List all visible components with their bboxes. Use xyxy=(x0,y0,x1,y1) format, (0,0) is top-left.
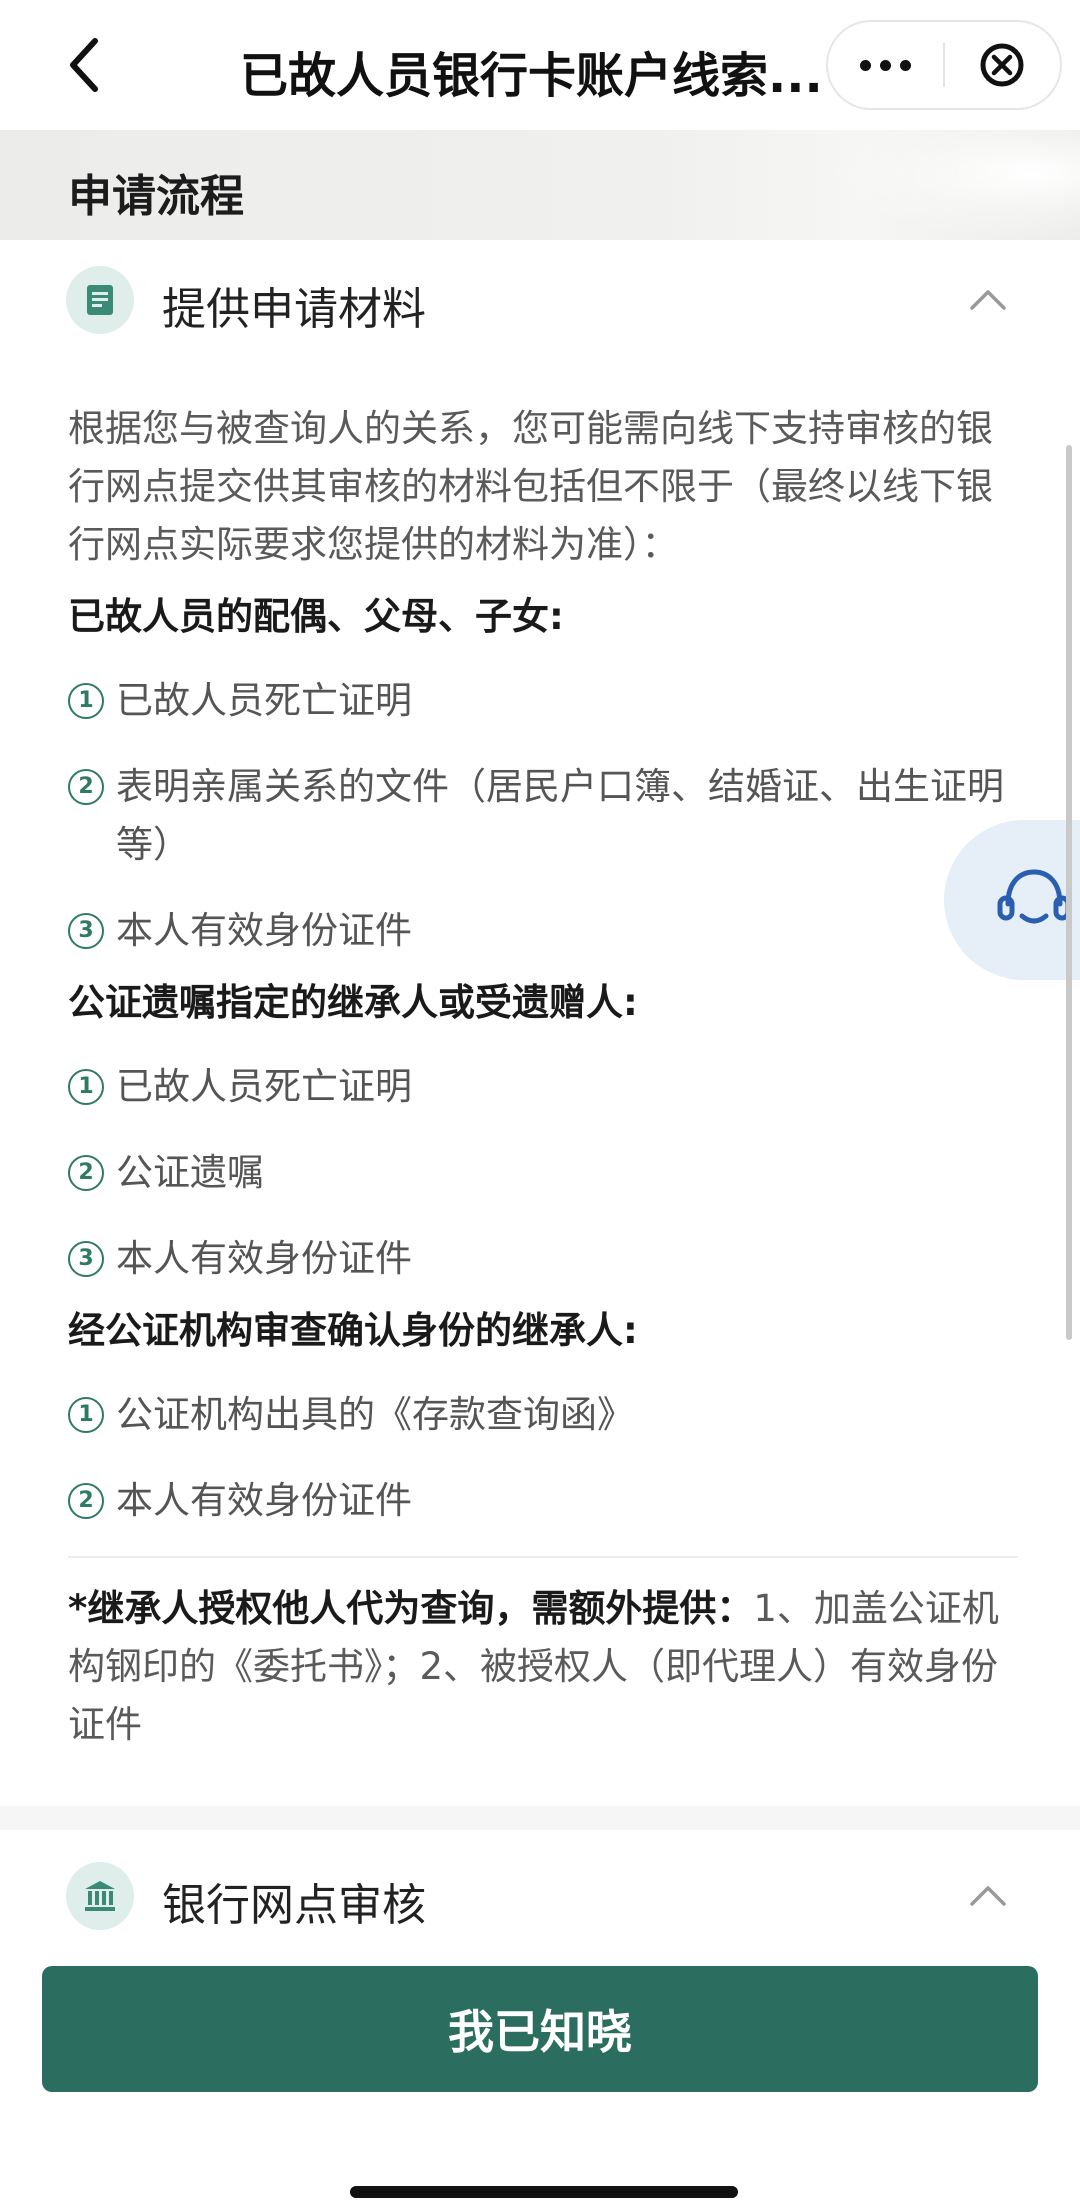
number-badge: 1 xyxy=(68,683,104,719)
item-text: 公证机构出具的《存款查询函》 xyxy=(116,1393,634,1436)
acknowledge-button[interactable]: 我已知晓 xyxy=(42,1966,1038,2092)
item-text: 公证遗嘱 xyxy=(116,1151,264,1194)
step-provide-materials-header[interactable]: 提供申请材料 xyxy=(0,240,1080,360)
chevron-left-icon xyxy=(70,38,98,92)
section-gap xyxy=(0,1806,1080,1830)
more-dots-icon xyxy=(860,59,871,71)
back-button[interactable] xyxy=(50,30,120,100)
authorization-note: *继承人授权他人代为查询，需额外提供：1、加盖公证机构钢印的《委托书》；2、被授… xyxy=(68,1580,1018,1754)
section-header: 申请流程 xyxy=(0,130,1080,240)
list-item: 3 本人有效身份证件 xyxy=(68,902,1018,960)
number-badge: 2 xyxy=(68,769,104,805)
chevron-up-icon[interactable] xyxy=(968,1876,1008,1916)
item-text: 已故人员死亡证明 xyxy=(116,679,412,722)
step-content: 根据您与被查询人的关系，您可能需向线下支持审核的银行网点提交供其审核的材料包括但… xyxy=(68,400,1018,1754)
step-title: 银行网点审核 xyxy=(162,1880,426,1931)
chevron-up-icon[interactable] xyxy=(968,280,1008,320)
list-item: 2 表明亲属关系的文件（居民户口簿、结婚证、出生证明等） xyxy=(68,758,1018,874)
item-text: 本人有效身份证件 xyxy=(116,1479,412,1522)
divider xyxy=(68,1556,1018,1558)
bank-icon xyxy=(66,1862,134,1930)
list-item: 1 已故人员死亡证明 xyxy=(68,1058,1018,1116)
more-button[interactable] xyxy=(828,22,943,108)
intro-text: 根据您与被查询人的关系，您可能需向线下支持审核的银行网点提交供其审核的材料包括但… xyxy=(68,407,993,566)
item-text: 已故人员死亡证明 xyxy=(116,1065,412,1108)
item-text: 本人有效身份证件 xyxy=(116,1237,412,1280)
home-indicator xyxy=(350,2186,738,2198)
number-badge: 1 xyxy=(68,1397,104,1433)
close-circle-icon xyxy=(980,43,1024,87)
item-text: 表明亲属关系的文件（居民户口簿、结婚证、出生证明等） xyxy=(116,765,1004,866)
list-item: 3 本人有效身份证件 xyxy=(68,1230,1018,1288)
number-badge: 2 xyxy=(68,1155,104,1191)
number-badge: 3 xyxy=(68,1241,104,1277)
step-bank-review-header[interactable]: 银行网点审核 xyxy=(0,1836,1080,1956)
group-title: 公证遗嘱指定的继承人或受遗赠人: xyxy=(68,981,638,1024)
mini-program-capsule xyxy=(826,20,1062,110)
number-badge: 2 xyxy=(68,1483,104,1519)
list-item: 1 公证机构出具的《存款查询函》 xyxy=(68,1386,1018,1444)
list-item: 2 本人有效身份证件 xyxy=(68,1472,1018,1530)
list-item: 1 已故人员死亡证明 xyxy=(68,672,1018,730)
note-emphasis: *继承人授权他人代为查询，需额外提供： xyxy=(68,1587,754,1630)
number-badge: 1 xyxy=(68,1069,104,1105)
page-title: 已故人员银行卡账户线索... xyxy=(240,48,823,104)
close-button[interactable] xyxy=(945,22,1060,108)
section-title: 申请流程 xyxy=(68,171,244,222)
header-decoration xyxy=(820,130,1080,240)
item-text: 本人有效身份证件 xyxy=(116,909,412,952)
group-title: 经公证机构审查确认身份的继承人: xyxy=(68,1309,638,1352)
group-title: 已故人员的配偶、父母、子女: xyxy=(68,595,564,638)
scrollbar[interactable] xyxy=(1066,445,1072,1340)
document-icon xyxy=(66,266,134,334)
customer-service-icon xyxy=(997,869,1071,924)
step-title: 提供申请材料 xyxy=(162,284,426,335)
number-badge: 3 xyxy=(68,913,104,949)
nav-bar: 已故人员银行卡账户线索... xyxy=(0,0,1080,130)
list-item: 2 公证遗嘱 xyxy=(68,1144,1018,1202)
